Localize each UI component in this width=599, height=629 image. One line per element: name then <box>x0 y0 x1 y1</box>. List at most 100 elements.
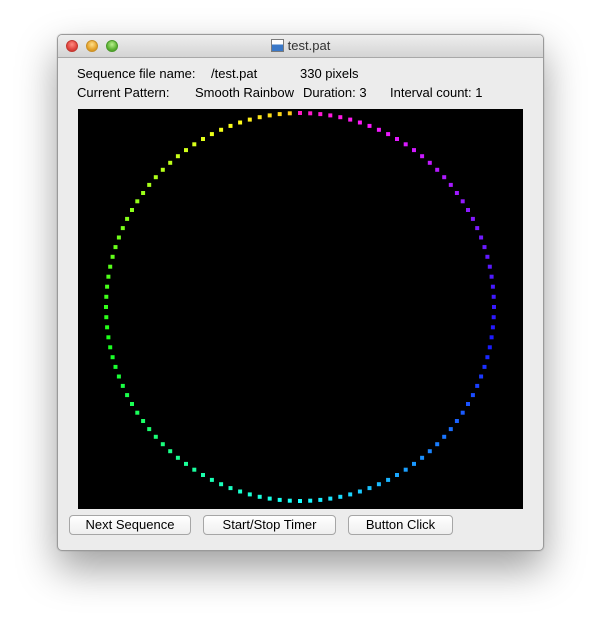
app-window: test.pat Sequence file name: /test.pat 3… <box>57 34 544 551</box>
led-dot <box>412 148 416 153</box>
led-dot <box>141 419 146 423</box>
led-dot <box>160 442 165 447</box>
led-dot <box>308 498 313 503</box>
led-dot <box>110 254 115 259</box>
led-dot <box>106 335 111 340</box>
led-dot <box>491 294 496 299</box>
led-dot <box>348 117 353 122</box>
led-dot <box>104 305 108 309</box>
title-bar[interactable]: test.pat <box>58 35 543 58</box>
led-dot <box>318 497 323 502</box>
led-dot <box>466 208 470 212</box>
led-dot <box>308 111 313 116</box>
led-dot <box>376 482 381 487</box>
led-dot <box>257 494 262 499</box>
led-dot <box>420 154 425 159</box>
led-dot <box>448 427 453 432</box>
led-dot <box>120 383 125 388</box>
led-dot <box>267 113 272 118</box>
led-dot <box>108 264 113 269</box>
led-dot <box>466 402 470 406</box>
led-dot <box>105 284 110 289</box>
led-dot <box>482 245 487 250</box>
led-dot <box>147 427 152 432</box>
led-dot <box>130 402 134 406</box>
led-dot <box>153 175 158 180</box>
led-dot <box>120 226 125 231</box>
led-display <box>78 109 523 509</box>
led-dot <box>487 345 492 350</box>
document-icon <box>270 39 284 52</box>
led-dot <box>448 182 453 187</box>
led-dot <box>104 315 109 320</box>
led-dot <box>479 235 484 240</box>
led-dot <box>287 111 292 116</box>
led-dot <box>475 383 480 388</box>
led-dot <box>125 216 130 221</box>
led-dot <box>435 167 440 172</box>
led-dot <box>318 112 323 117</box>
led-dot <box>490 284 495 289</box>
led-dot <box>460 199 465 204</box>
current-pattern-value: Smooth Rainbow <box>195 85 294 100</box>
led-dot <box>238 489 243 494</box>
led-dot <box>386 477 391 482</box>
led-dot <box>338 494 343 499</box>
led-dot <box>209 132 214 137</box>
led-dot <box>209 477 214 482</box>
led-dot <box>357 489 362 494</box>
led-dot <box>168 449 173 454</box>
led-dot <box>460 410 465 415</box>
led-dot <box>490 325 495 330</box>
led-dot <box>442 434 447 439</box>
led-dot <box>105 325 110 330</box>
led-dot <box>485 254 490 259</box>
led-dot <box>412 461 416 466</box>
led-dot <box>192 467 197 472</box>
led-dot <box>135 410 140 415</box>
led-dot <box>277 112 282 117</box>
led-dot <box>201 137 205 141</box>
led-dot <box>175 455 180 460</box>
pixel-count: 330 pixels <box>300 66 359 81</box>
led-dot <box>153 434 158 439</box>
led-dot <box>110 355 115 360</box>
led-dot <box>287 498 292 503</box>
led-dot <box>427 449 432 454</box>
led-dot <box>395 473 399 477</box>
led-dot <box>116 235 121 240</box>
led-dot <box>201 473 205 477</box>
button-click-button[interactable]: Button Click <box>348 515 453 535</box>
led-dot <box>108 345 113 350</box>
led-dot <box>435 442 440 447</box>
sequence-file-value: /test.pat <box>211 66 258 81</box>
led-dot <box>113 364 118 369</box>
next-sequence-button[interactable]: Next Sequence <box>69 515 191 535</box>
led-dot <box>485 355 490 360</box>
led-dot <box>348 492 353 497</box>
led-dot <box>489 335 494 340</box>
led-dot <box>298 499 302 503</box>
led-dot <box>442 175 447 180</box>
led-dot <box>257 115 262 120</box>
led-dot <box>338 115 343 120</box>
window-title: test.pat <box>58 38 543 53</box>
led-dot <box>192 142 197 147</box>
led-dot <box>454 191 459 195</box>
led-dot <box>328 113 333 118</box>
led-dot <box>403 467 408 472</box>
led-dot <box>475 226 480 231</box>
led-dot <box>175 154 180 159</box>
led-dot <box>160 167 165 172</box>
duration-text: Duration: 3 <box>303 85 367 100</box>
led-dot <box>219 127 224 132</box>
led-dot <box>427 160 432 165</box>
start-stop-timer-button[interactable]: Start/Stop Timer <box>203 515 336 535</box>
led-dot <box>135 199 140 204</box>
led-dot <box>228 486 233 491</box>
led-dot <box>489 274 494 279</box>
led-dot <box>113 245 118 250</box>
led-dot <box>298 111 302 115</box>
led-dot <box>367 486 372 491</box>
led-dot <box>106 274 111 279</box>
